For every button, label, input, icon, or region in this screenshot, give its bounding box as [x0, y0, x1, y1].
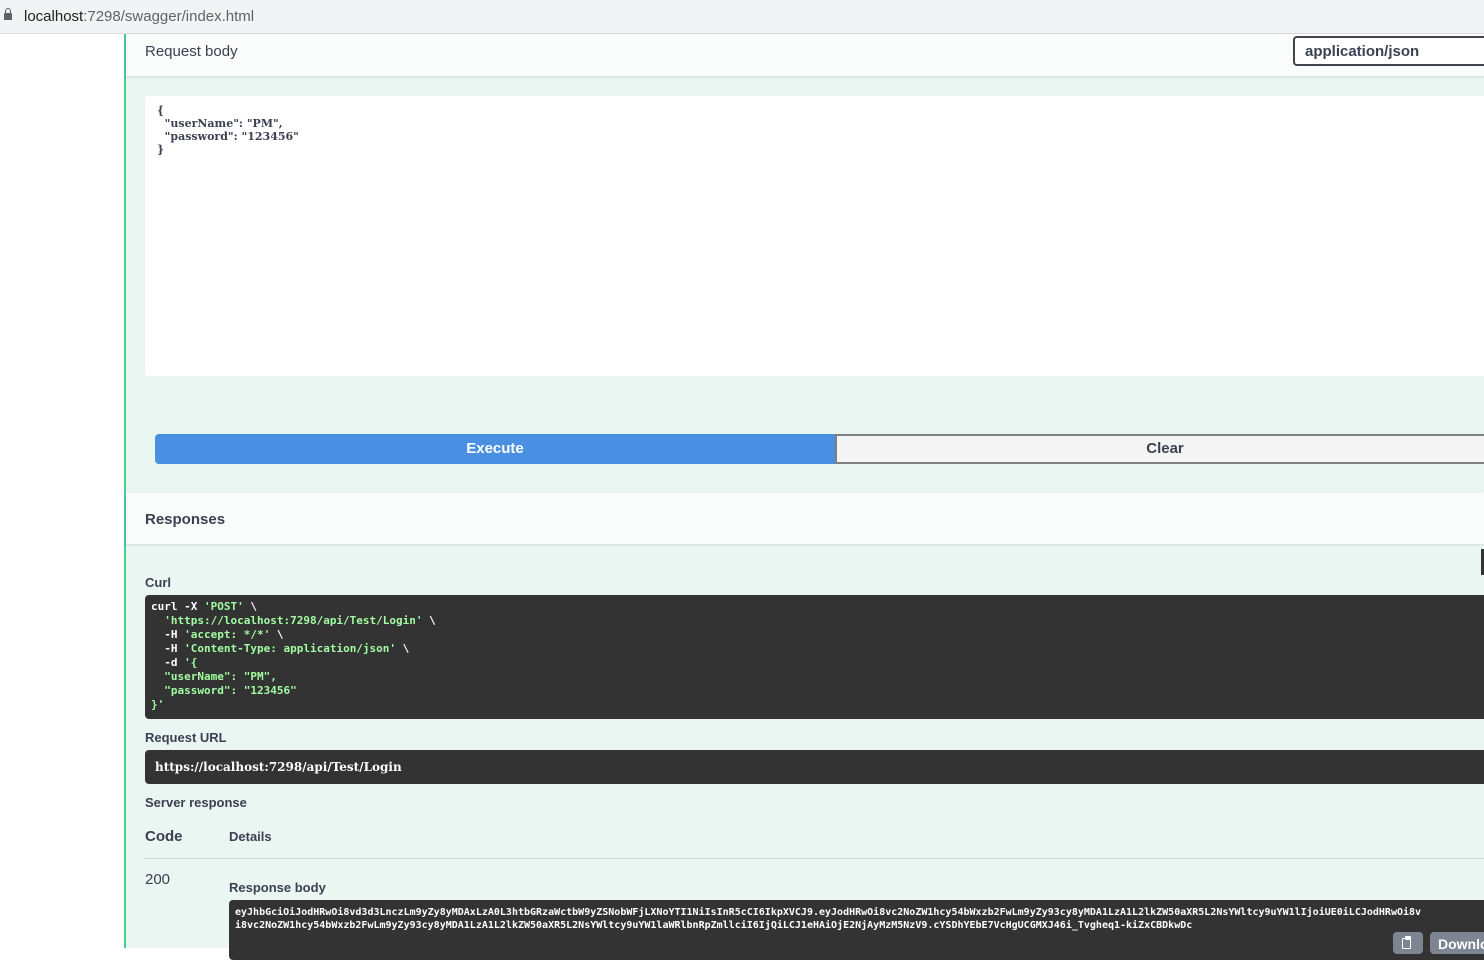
response-body-block: eyJhbGciOiJodHRwOi8vd3d3LnczLm9yZy8yMDAx… — [229, 900, 1484, 960]
curl-line: }' — [151, 698, 165, 711]
status-code: 200 — [145, 871, 171, 888]
table-divider — [145, 858, 1484, 859]
responses-title: Responses — [145, 511, 226, 528]
operation-panel: Request body application/json { "userNam… — [126, 34, 1484, 960]
response-body-line: eyJhbGciOiJodHRwOi8vd3d3LnczLm9yZy8yMDAx… — [235, 907, 1422, 918]
request-body-editor[interactable]: { "userName": "PM", "password": "123456"… — [145, 96, 1484, 376]
curl-label: Curl — [145, 575, 171, 590]
request-body-header: Request body application/json — [126, 34, 1484, 76]
response-body-line: i8vc2NoZW1hcy54bWxzb2FwLm9yZy93cy8yMDA1L… — [235, 920, 1193, 931]
copy-button[interactable] — [1393, 932, 1423, 954]
clear-button[interactable]: Clear — [835, 434, 1484, 464]
responses-header: Responses — [126, 493, 1484, 544]
curl-line: "userName": "PM", — [151, 670, 277, 683]
curl-code-block: curl -X 'POST' \ 'https://localhost:7298… — [145, 595, 1484, 719]
curl-line: curl -X 'POST' \ — [151, 600, 257, 613]
download-button[interactable]: Download — [1430, 932, 1484, 954]
curl-line: -H 'Content-Type: application/json' \ — [151, 642, 410, 655]
server-response-label: Server response — [145, 795, 247, 810]
code-column-header: Code — [145, 828, 183, 845]
details-column-header: Details — [229, 829, 272, 844]
curl-line: -d '{ — [151, 656, 198, 669]
request-body-title: Request body — [145, 43, 238, 60]
response-body-label: Response body — [229, 880, 326, 895]
lock-icon — [4, 8, 12, 22]
url-text[interactable]: localhost:7298/swagger/index.html — [24, 8, 254, 25]
curl-line: "password": "123456" — [151, 684, 297, 697]
content-type-select[interactable]: application/json — [1293, 36, 1484, 66]
request-url-value: https://localhost:7298/api/Test/Login — [145, 750, 1484, 784]
curl-line: -H 'accept: */*' \ — [151, 628, 284, 641]
request-url-label: Request URL — [145, 730, 227, 745]
browser-address-bar[interactable]: localhost:7298/swagger/index.html — [0, 0, 1484, 34]
execute-button[interactable]: Execute — [155, 434, 835, 464]
curl-line: 'https://localhost:7298/api/Test/Login' … — [164, 614, 436, 627]
